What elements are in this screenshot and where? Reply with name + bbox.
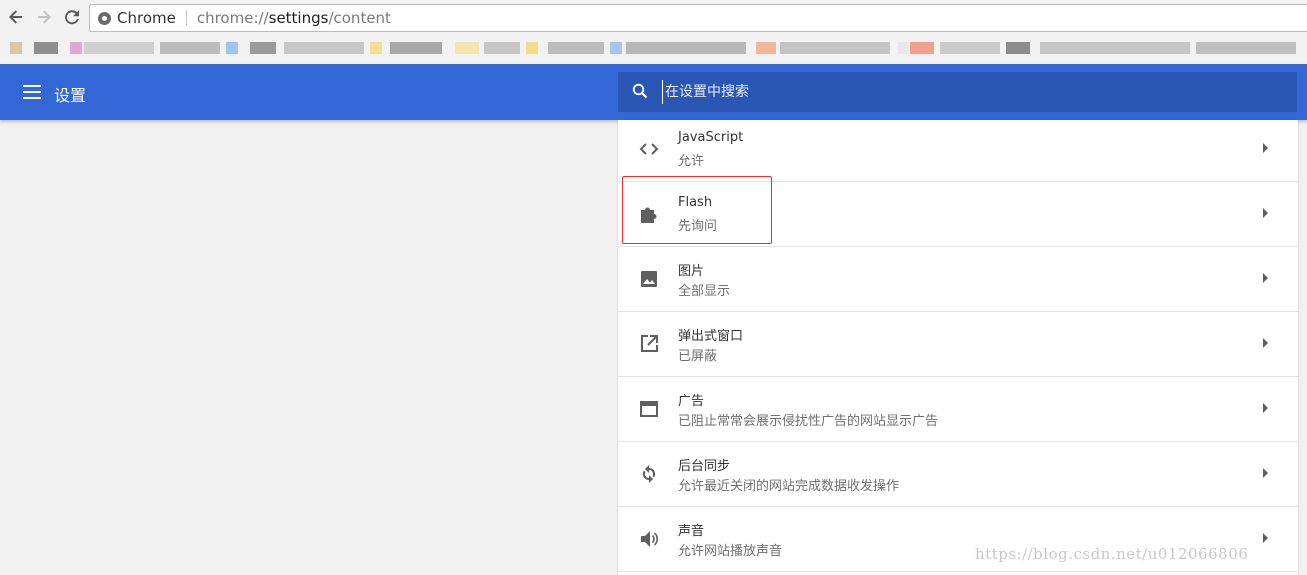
setting-row-ads[interactable]: 广告 已阻止常常会展示侵扰性广告的网站显示广告: [618, 377, 1298, 442]
chevron-right-icon: [1263, 208, 1268, 218]
chevron-right-icon: [1263, 533, 1268, 543]
forward-arrow-icon[interactable]: [33, 6, 55, 28]
chevron-right-icon: [1263, 468, 1268, 478]
setting-subtitle: 已阻止常常会展示侵扰性广告的网站显示广告: [678, 414, 939, 429]
page-title: 设置: [54, 86, 87, 105]
chevron-right-icon: [1263, 273, 1268, 283]
setting-subtitle: 允许网站播放声音: [678, 544, 783, 559]
setting-subtitle: 全部显示: [678, 284, 731, 299]
chevron-right-icon: [1263, 403, 1268, 413]
setting-subtitle: 已屏蔽: [678, 349, 718, 364]
setting-row-images[interactable]: 图片 全部显示: [618, 247, 1298, 312]
chrome-icon: [98, 11, 111, 25]
setting-subtitle: 允许最近关闭的网站完成数据收发操作: [678, 479, 900, 494]
setting-row-javascript[interactable]: JavaScript 允许: [618, 120, 1298, 182]
setting-row-background-sync[interactable]: 后台同步 允许最近关闭的网站完成数据收发操作: [618, 442, 1298, 507]
settings-header: 设置: [0, 64, 1307, 120]
setting-title: 广告: [678, 394, 705, 409]
chevron-right-icon: [1263, 338, 1268, 348]
browser-toolbar: Chrome chrome://settings/content: [0, 0, 1307, 36]
bookmarks-bar: [0, 36, 1307, 64]
code-icon: [639, 143, 659, 155]
setting-title: 后台同步: [678, 459, 731, 474]
setting-subtitle: 允许: [678, 154, 705, 169]
divider: [185, 10, 187, 26]
search-box[interactable]: [618, 72, 1297, 112]
url-scheme: chrome://: [196, 9, 269, 27]
image-icon: [641, 271, 657, 287]
url-host: settings: [268, 9, 329, 27]
search-input[interactable]: [662, 80, 1262, 104]
setting-title: 声音: [678, 524, 705, 539]
chevron-right-icon: [1263, 143, 1268, 153]
reload-icon[interactable]: [61, 6, 83, 28]
origin-chip: Chrome: [117, 9, 176, 27]
setting-row-popups[interactable]: 弹出式窗口 已屏蔽: [618, 312, 1298, 377]
setting-title: 图片: [678, 264, 705, 279]
setting-title: 弹出式窗口: [678, 329, 744, 344]
flash-highlight-box: [622, 176, 772, 244]
watermark: https://blog.csdn.net/u012066806: [975, 545, 1249, 563]
url-path: /content: [328, 9, 391, 27]
menu-icon[interactable]: [23, 85, 41, 99]
back-arrow-icon[interactable]: [5, 6, 27, 28]
sync-icon: [642, 465, 656, 483]
window-icon: [640, 401, 658, 417]
address-bar[interactable]: Chrome chrome://settings/content: [89, 4, 1307, 32]
open-in-new-icon: [641, 335, 658, 352]
setting-title: JavaScript: [678, 130, 744, 145]
volume-icon: [641, 531, 659, 547]
search-icon: [632, 83, 648, 99]
